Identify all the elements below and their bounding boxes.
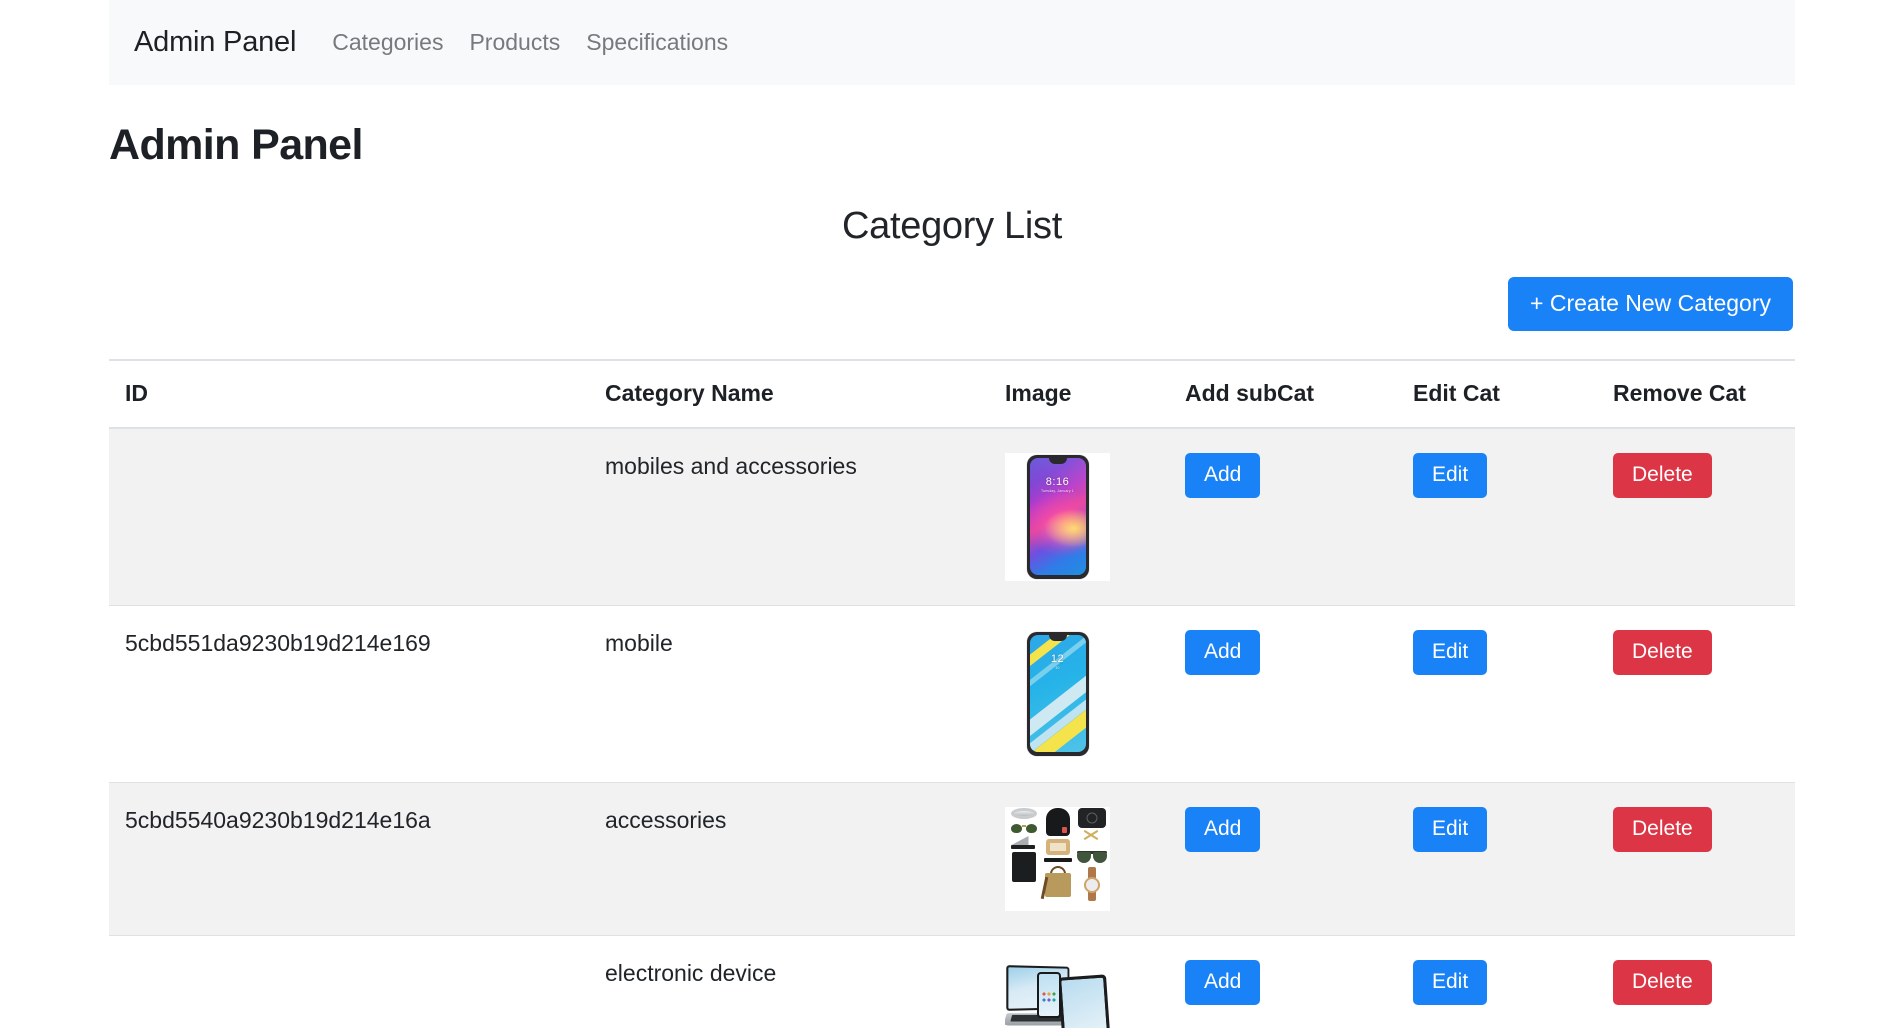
delete-cat-button[interactable]: Delete	[1613, 807, 1712, 852]
laptop-phone-tablet-icon	[1005, 960, 1110, 1028]
section-title: Category List	[842, 205, 1062, 247]
edit-cat-button[interactable]: Edit	[1413, 453, 1488, 498]
handbag-icon	[1040, 865, 1073, 900]
smartphone-purple-icon: 8:16 Tuesday, January 1	[1026, 455, 1089, 579]
top-navbar: Admin Panel Categories Products Specific…	[109, 0, 1795, 85]
table-head: ID Category Name Image Add subCat Edit C…	[109, 359, 1795, 429]
delete-cat-button[interactable]: Delete	[1613, 960, 1712, 1005]
nav-link-categories[interactable]: Categories	[332, 29, 443, 56]
cell-id	[109, 935, 589, 1028]
cell-add-subcat: Add	[1169, 605, 1397, 783]
belt-icon	[1043, 858, 1072, 862]
beanie-hat-icon	[1045, 808, 1070, 836]
column-header-remove-cat: Remove Cat	[1597, 359, 1795, 429]
cell-edit-cat: Edit	[1397, 428, 1597, 606]
column-header-add-subcat: Add subCat	[1169, 359, 1397, 429]
cell-id	[109, 428, 589, 606]
cell-remove-cat: Delete	[1597, 605, 1795, 783]
edit-cat-button[interactable]: Edit	[1413, 807, 1488, 852]
navbar-links: Categories Products Specifications	[332, 29, 728, 56]
cell-image: 8:16 Tuesday, January 1	[989, 428, 1169, 606]
category-image-thumbnail: 8:16 Tuesday, January 1	[1005, 453, 1110, 581]
table-body: mobiles and accessories 8:16 Tuesday, Ja…	[109, 428, 1795, 1028]
bracelet-icon	[1010, 808, 1037, 819]
category-table: ID Category Name Image Add subCat Edit C…	[109, 359, 1795, 1028]
sunglasses-icon	[1076, 850, 1107, 864]
cell-category-name: accessories	[589, 782, 989, 936]
pocket-knife-icon	[1010, 836, 1037, 849]
category-image-thumbnail	[1005, 960, 1110, 1028]
category-image-thumbnail	[1005, 807, 1110, 911]
add-subcat-button[interactable]: Add	[1185, 960, 1261, 1005]
cell-remove-cat: Delete	[1597, 428, 1795, 606]
table-header-row: ID Category Name Image Add subCat Edit C…	[109, 359, 1795, 429]
add-subcat-button[interactable]: Add	[1185, 807, 1261, 852]
necklace-icon	[1079, 829, 1105, 847]
cell-edit-cat: Edit	[1397, 782, 1597, 936]
cell-image	[989, 782, 1169, 936]
cell-category-name: mobile	[589, 605, 989, 783]
phone-clock-text: 8:16 Tuesday, January 1	[1040, 476, 1074, 493]
main-content: Category List + Create New Category ID C…	[109, 205, 1795, 1028]
edit-cat-button[interactable]: Edit	[1413, 630, 1488, 675]
cell-add-subcat: Add	[1169, 782, 1397, 936]
cell-edit-cat: Edit	[1397, 605, 1597, 783]
page-title: Admin Panel	[109, 121, 363, 169]
cell-image	[989, 935, 1169, 1028]
cell-remove-cat: Delete	[1597, 782, 1795, 936]
cell-remove-cat: Delete	[1597, 935, 1795, 1028]
belt-buckle-icon	[1045, 839, 1070, 855]
wristwatch-icon	[1081, 867, 1103, 901]
cell-category-name: electronic device	[589, 935, 989, 1028]
cell-add-subcat: Add	[1169, 428, 1397, 606]
cell-id: 5cbd551da9230b19d214e169	[109, 605, 589, 783]
nav-link-products[interactable]: Products	[469, 29, 560, 56]
edit-cat-button[interactable]: Edit	[1413, 960, 1488, 1005]
cell-category-name: mobiles and accessories	[589, 428, 989, 606]
column-header-image: Image	[989, 359, 1169, 429]
table-row: mobiles and accessories 8:16 Tuesday, Ja…	[109, 428, 1795, 606]
add-subcat-button[interactable]: Add	[1185, 453, 1261, 498]
smartphone-cyan-icon: 12 30	[1026, 632, 1089, 756]
category-image-thumbnail: 12 30	[1005, 630, 1110, 758]
accessories-collage-icon	[1007, 807, 1108, 911]
admin-panel-page: Admin Panel Categories Products Specific…	[0, 0, 1890, 1028]
add-subcat-button[interactable]: Add	[1185, 630, 1261, 675]
table-row: electronic device Add Edit Delete	[109, 935, 1795, 1028]
travel-case-icon	[1077, 808, 1106, 828]
cell-image: 12 30	[989, 605, 1169, 783]
table-row: 5cbd5540a9230b19d214e16a accessories Add…	[109, 782, 1795, 936]
table-toolbar: + Create New Category	[109, 277, 1795, 331]
navbar-brand[interactable]: Admin Panel	[134, 26, 296, 59]
column-header-edit-cat: Edit Cat	[1397, 359, 1597, 429]
phone-clock-text: 12 30	[1050, 653, 1065, 670]
column-header-id: ID	[109, 359, 589, 429]
create-new-category-button[interactable]: + Create New Category	[1508, 277, 1793, 331]
cell-edit-cat: Edit	[1397, 935, 1597, 1028]
wallet-icon	[1011, 852, 1036, 882]
cell-id: 5cbd5540a9230b19d214e16a	[109, 782, 589, 936]
delete-cat-button[interactable]: Delete	[1613, 453, 1712, 498]
sunglasses-small-icon	[1010, 822, 1037, 833]
delete-cat-button[interactable]: Delete	[1613, 630, 1712, 675]
column-header-category-name: Category Name	[589, 359, 989, 429]
nav-link-specifications[interactable]: Specifications	[586, 29, 728, 56]
table-row: 5cbd551da9230b19d214e169 mobile 12 30 Ad…	[109, 605, 1795, 783]
cell-add-subcat: Add	[1169, 935, 1397, 1028]
